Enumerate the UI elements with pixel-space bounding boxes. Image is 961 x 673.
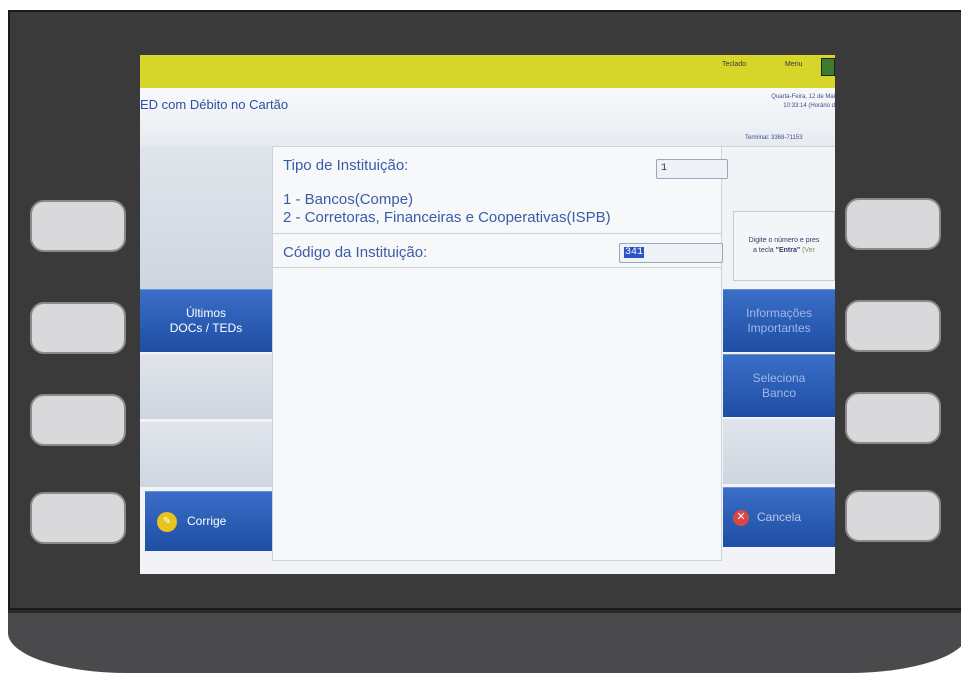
datetime-line-1: Quarta-Feira, 12 de Mai: [771, 94, 835, 100]
ultimos-label-2: DOCs / TEDs: [169, 321, 243, 335]
menu-link[interactable]: Menu: [785, 61, 803, 68]
divider-2: [273, 267, 721, 268]
atm-base: [8, 610, 961, 673]
datetime: Quarta-Feira, 12 de Mai 10:33:14 (Horári…: [771, 93, 835, 111]
close-icon: ✕: [733, 509, 749, 526]
form-panel: Tipo de Instituição: 1 1 - Bancos(Compe)…: [272, 146, 728, 561]
tipo-instituicao-input[interactable]: 1: [656, 159, 728, 179]
informacoes-label-1: Informações: [745, 306, 813, 320]
pencil-icon: ✎: [157, 511, 177, 532]
divider-1: [273, 233, 721, 234]
terminal-id: Terminal: 3368-71153: [745, 135, 803, 141]
left-slot-1: [140, 146, 272, 289]
cancela-button[interactable]: ✕ Cancela: [723, 487, 835, 547]
option-corretoras: 2 - Corretoras, Financeiras e Cooperativ…: [283, 209, 611, 226]
hw-key-right-1[interactable]: [845, 198, 941, 250]
seleciona-label-1: Seleciona: [752, 371, 806, 385]
datetime-line-2: 10:33:14 (Horário d: [783, 103, 835, 109]
atm-screen: Teclado Menu ED com Débito no Cartão Qua…: [140, 55, 835, 574]
cancela-label: Cancela: [757, 510, 802, 524]
codigo-instituicao-input[interactable]: 341: [619, 243, 723, 263]
hw-key-left-1[interactable]: [30, 200, 126, 252]
left-softkeys: Últimos DOCs / TEDs ✎ Corrige: [140, 146, 277, 574]
ultimos-label-1: Últimos: [185, 306, 226, 320]
exit-icon[interactable]: [821, 58, 835, 76]
tipo-instituicao-label: Tipo de Instituição:: [283, 157, 409, 174]
option-bancos: 1 - Bancos(Compe): [283, 191, 414, 208]
right-softkeys: Digite o número e pres a tecla "Entra" (…: [723, 146, 835, 574]
page-title: ED com Débito no Cartão: [140, 97, 289, 112]
informacoes-importantes-button[interactable]: Informações Importantes: [723, 289, 835, 352]
ultimos-docs-teds-button[interactable]: Últimos DOCs / TEDs: [140, 289, 272, 352]
hint-suffix: (Ver: [800, 247, 815, 254]
top-status-bar: Teclado Menu: [140, 55, 835, 88]
teclado-link[interactable]: Teclado: [722, 61, 746, 68]
left-slot-3: [140, 354, 272, 419]
corrige-label: Corrige: [187, 514, 227, 528]
hw-key-left-2[interactable]: [30, 302, 126, 354]
seleciona-banco-button[interactable]: Seleciona Banco: [723, 354, 835, 417]
hw-key-left-3[interactable]: [30, 394, 126, 446]
hw-key-right-3[interactable]: [845, 392, 941, 444]
seleciona-label-2: Banco: [761, 386, 797, 400]
hw-key-right-4[interactable]: [845, 490, 941, 542]
hint-line-1: Digite o número e pres: [748, 237, 820, 244]
codigo-instituicao-label: Código da Instituição:: [283, 244, 428, 261]
hint-box: Digite o número e pres a tecla "Entra" (…: [733, 211, 835, 281]
hw-key-right-2[interactable]: [845, 300, 941, 352]
hint-prefix: a tecla: [753, 247, 776, 254]
corrige-button[interactable]: ✎ Corrige: [145, 491, 277, 551]
left-slot-4: [140, 422, 272, 487]
right-slot-4: [723, 419, 835, 484]
informacoes-label-2: Importantes: [747, 321, 811, 335]
hint-bold: "Entra": [775, 247, 801, 254]
title-bar: ED com Débito no Cartão Quarta-Feira, 12…: [140, 88, 835, 147]
codigo-instituicao-value: 341: [624, 247, 645, 258]
hint-line-2: a tecla "Entra" (Ver: [734, 246, 834, 256]
hw-key-left-4[interactable]: [30, 492, 126, 544]
